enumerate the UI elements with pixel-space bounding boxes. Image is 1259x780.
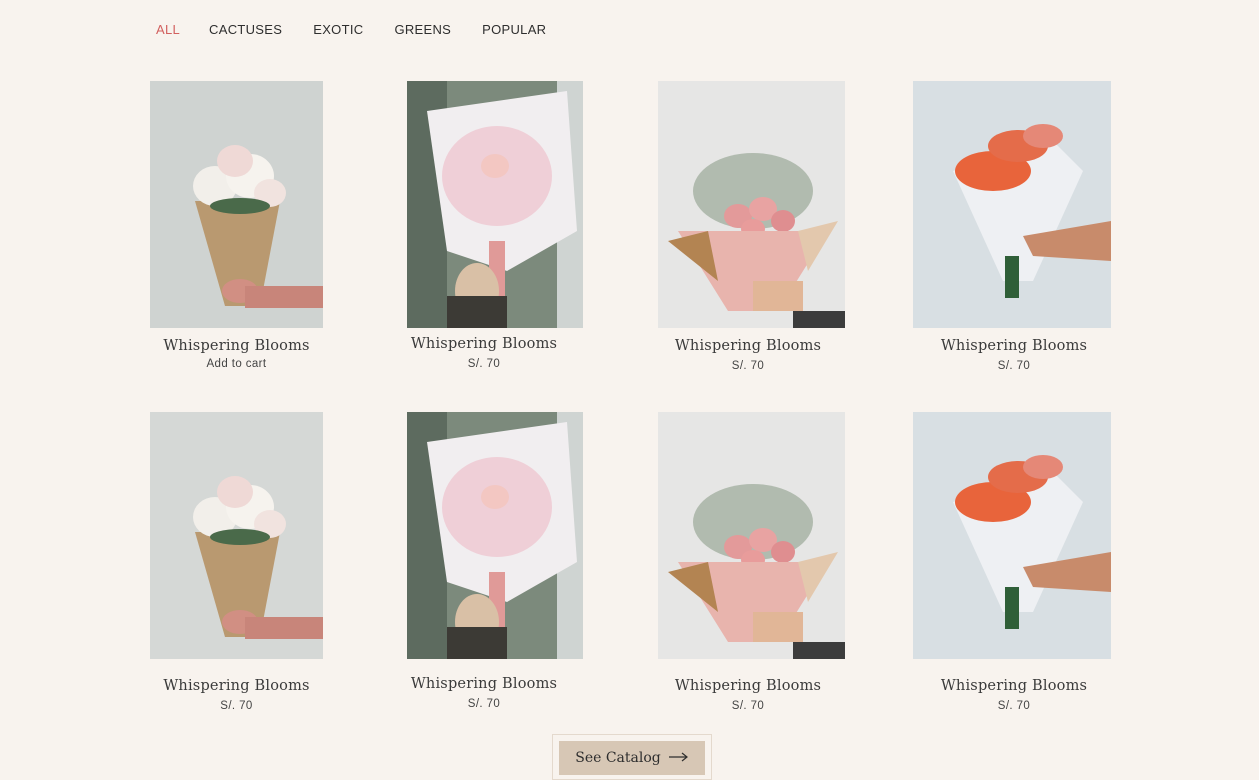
product-card: Whispering Blooms S/. 70 [658, 336, 838, 376]
product-price: S/. 70 [731, 360, 765, 372]
product-name[interactable]: Whispering Blooms [407, 676, 561, 692]
product-name[interactable]: Whispering Blooms [150, 338, 323, 354]
product-card: Whispering Blooms S/. 70 [658, 676, 838, 716]
product-card: Whispering Blooms S/. 70 [407, 334, 561, 374]
product-name[interactable]: Whispering Blooms [913, 678, 1115, 694]
product-price: S/. 70 [731, 700, 765, 712]
tab-exotic[interactable]: EXOTIC [313, 22, 363, 37]
product-name[interactable]: Whispering Blooms [150, 678, 323, 694]
see-catalog-label: See Catalog [575, 750, 661, 766]
product-card: Whispering Blooms S/. 70 [150, 676, 323, 716]
product-name[interactable]: Whispering Blooms [407, 336, 561, 352]
product-price: S/. 70 [997, 360, 1031, 372]
product-name[interactable]: Whispering Blooms [913, 338, 1115, 354]
tab-cactuses[interactable]: CACTUSES [209, 22, 282, 37]
product-card: Whispering Blooms Add to cart [150, 336, 323, 376]
product-image-orange-roses[interactable] [913, 412, 1111, 659]
product-image-white-peonies[interactable] [150, 412, 323, 659]
product-price: S/. 70 [220, 700, 253, 712]
add-to-cart-link[interactable]: Add to cart [150, 358, 323, 370]
product-price: S/. 70 [467, 698, 501, 710]
product-card: Whispering Blooms S/. 70 [913, 676, 1115, 716]
product-image-pink-carnations[interactable] [658, 412, 845, 659]
product-image-pink-carnations[interactable] [658, 81, 845, 328]
tab-all[interactable]: ALL [156, 22, 180, 37]
tab-greens[interactable]: GREENS [394, 22, 451, 37]
tab-popular[interactable]: POPULAR [482, 22, 546, 37]
product-name[interactable]: Whispering Blooms [658, 338, 838, 354]
product-image-white-peonies[interactable] [150, 81, 323, 328]
arrow-right-icon [668, 750, 689, 766]
product-image-orange-roses[interactable] [913, 81, 1111, 328]
product-image-pink-babys-breath[interactable] [407, 81, 583, 328]
product-image-pink-babys-breath[interactable] [407, 412, 583, 659]
product-card: Whispering Blooms S/. 70 [913, 336, 1115, 376]
product-price: S/. 70 [997, 700, 1031, 712]
category-filter-tabs: ALL CACTUSES EXOTIC GREENS POPULAR [156, 22, 546, 37]
product-card: Whispering Blooms S/. 70 [407, 674, 561, 714]
product-name[interactable]: Whispering Blooms [658, 678, 838, 694]
product-price: S/. 70 [467, 358, 501, 370]
see-catalog-button[interactable]: See Catalog [559, 741, 705, 775]
